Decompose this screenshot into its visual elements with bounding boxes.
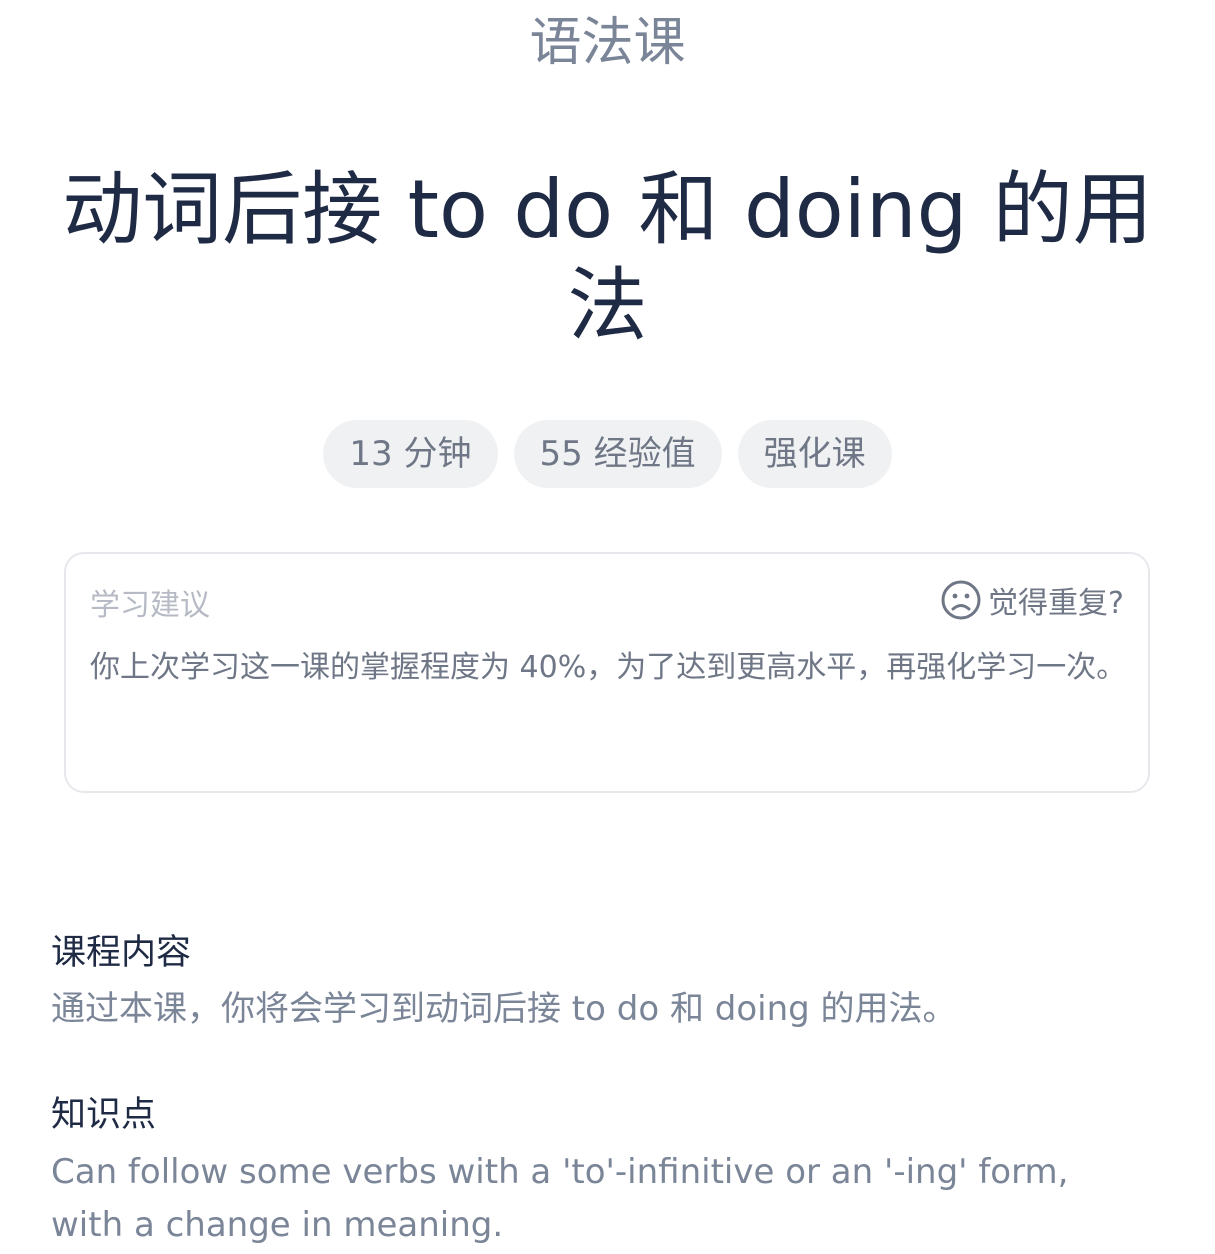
course-content-text: 通过本课，你将会学习到动词后接 to do 和 doing 的用法。 — [51, 989, 957, 1029]
knowledge-point-text: Can follow some verbs with a 'to'-infini… — [51, 1152, 1069, 1245]
knowledge-point-heading: 知识点 — [51, 1095, 157, 1135]
feels-repetitive-label: 觉得重复? — [988, 586, 1124, 621]
study-advice-card: 学习建议 觉得重复? 你上次学习这一课的掌握程度为 40%，为了达到更高水平，再… — [64, 552, 1150, 793]
experience-tag: 55 经验值 — [513, 420, 722, 488]
lesson-tags: 13 分钟 55 经验值 强化课 — [0, 420, 1215, 488]
duration-tag: 13 分钟 — [323, 420, 498, 488]
study-advice-text: 你上次学习这一课的掌握程度为 40%，为了达到更高水平，再强化学习一次。 — [90, 650, 1127, 685]
feels-repetitive-button[interactable]: 觉得重复? — [940, 578, 1124, 622]
study-advice-label: 学习建议 — [90, 588, 210, 623]
course-content-heading: 课程内容 — [51, 933, 192, 973]
course-type-label: 语法课 — [529, 13, 686, 73]
sad-face-icon — [940, 579, 982, 621]
lesson-kind-tag: 强化课 — [737, 420, 892, 488]
lesson-title: 动词后接 to do 和 doing 的用法 — [62, 163, 1153, 352]
lesson-detail-page: 语法课 动词后接 to do 和 doing 的用法 13 分钟 55 经验值 … — [0, 0, 1215, 1254]
